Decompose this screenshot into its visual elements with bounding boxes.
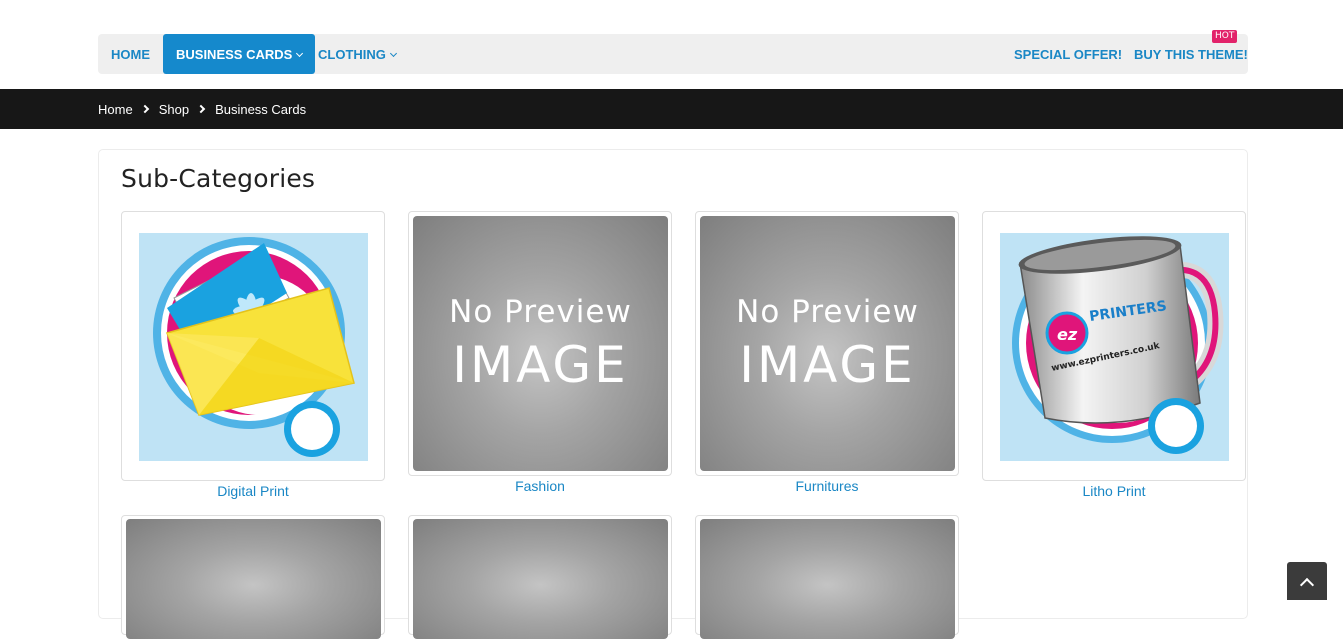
no-preview-image <box>413 519 668 639</box>
chevron-right-icon <box>140 104 149 114</box>
nav-business-cards[interactable]: BUSINESS CARDS <box>163 34 316 74</box>
category-card-fashion[interactable]: No Preview IMAGE <box>408 211 672 476</box>
nav-special-offer[interactable]: SPECIAL OFFER! <box>1014 34 1122 74</box>
nav-home-label: HOME <box>111 47 150 62</box>
panel-title: Sub-Categories <box>121 164 316 193</box>
category-card-row2-3[interactable] <box>695 515 959 639</box>
category-card-digital-print[interactable] <box>121 211 385 481</box>
no-preview-image: No Preview IMAGE <box>413 216 668 471</box>
no-preview-image <box>700 519 955 639</box>
nav-business-cards-label: BUSINESS CARDS <box>176 47 293 62</box>
sub-categories-panel: Sub-Categories Digital Print No Preview … <box>98 149 1248 639</box>
envelope-business-card-image <box>139 233 368 461</box>
no-preview-line2: IMAGE <box>452 336 629 394</box>
chevron-down-icon <box>389 49 397 58</box>
category-label-furnitures[interactable]: Furnitures <box>695 478 959 494</box>
chevron-up-icon <box>1299 577 1315 593</box>
category-card-furnitures[interactable]: No Preview IMAGE <box>695 211 959 476</box>
chevron-right-icon <box>196 104 206 114</box>
nav-buy-theme-label: BUY THIS THEME! <box>1134 47 1248 62</box>
category-label-digital-print[interactable]: Digital Print <box>121 483 385 499</box>
scroll-top-button[interactable] <box>1287 562 1327 600</box>
no-preview-image <box>126 519 381 639</box>
no-preview-image: No Preview IMAGE <box>700 216 955 471</box>
category-label-litho-print[interactable]: Litho Print <box>982 483 1246 499</box>
no-preview-line1: No Preview <box>736 294 919 330</box>
no-preview-line1: No Preview <box>449 294 632 330</box>
breadcrumb: Home Shop Business Cards <box>98 89 306 129</box>
breadcrumb-home[interactable]: Home <box>98 102 133 117</box>
breadcrumb-current: Business Cards <box>215 101 307 117</box>
nav-clothing-label: CLOTHING <box>318 47 386 62</box>
category-card-row2-1[interactable] <box>121 515 385 639</box>
site-header: HOME BUSINESS CARDS CLOTHING SPECIAL OFF… <box>0 0 1343 89</box>
no-preview-line2: IMAGE <box>739 336 916 394</box>
mug-ezprinters-image: ez PRINTERS www.ezprinters.co.uk <box>1000 233 1229 461</box>
main-navbar: HOME BUSINESS CARDS CLOTHING SPECIAL OFF… <box>98 34 1248 74</box>
mug-logo: ez <box>1057 325 1078 344</box>
category-card-litho-print[interactable]: ez PRINTERS www.ezprinters.co.uk <box>982 211 1246 481</box>
breadcrumb-shop[interactable]: Shop <box>159 102 189 117</box>
nav-special-offer-label: SPECIAL OFFER! <box>1014 47 1123 62</box>
hot-badge: HOT <box>1212 30 1238 43</box>
chevron-down-icon <box>296 49 304 58</box>
breadcrumb-bar: Home Shop Business Cards <box>0 89 1343 129</box>
nav-clothing[interactable]: CLOTHING <box>305 34 409 74</box>
category-card-row2-2[interactable] <box>408 515 672 639</box>
category-label-fashion[interactable]: Fashion <box>408 478 672 494</box>
nav-home[interactable]: HOME <box>98 34 163 74</box>
